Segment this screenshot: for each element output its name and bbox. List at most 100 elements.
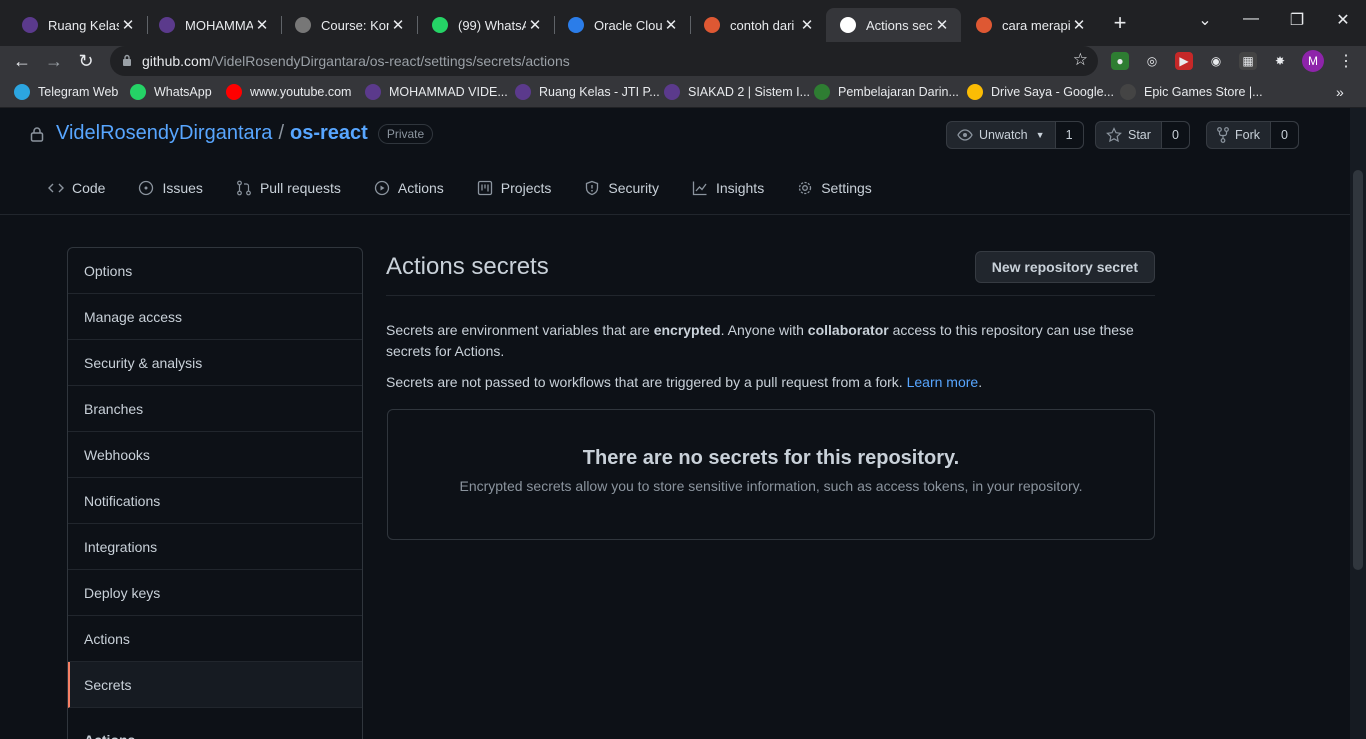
tab-close-icon[interactable]: ✕ bbox=[933, 16, 951, 34]
tab-3[interactable]: (99) WhatsAp✕ bbox=[418, 8, 554, 42]
fork-button[interactable]: Fork bbox=[1207, 122, 1271, 148]
browser-menu-icon[interactable]: ⋮ bbox=[1338, 51, 1354, 71]
desc-collaborator: collaborator bbox=[807, 322, 889, 338]
tab-label: Security bbox=[608, 180, 659, 196]
siakad-icon bbox=[664, 84, 680, 100]
sidebar-item-deploy-keys[interactable]: Deploy keys bbox=[68, 570, 362, 616]
tab-1[interactable]: MOHAMMAD✕ bbox=[145, 8, 281, 42]
restore-icon[interactable]: ❐ bbox=[1287, 10, 1307, 30]
siakad-icon bbox=[515, 84, 531, 100]
bookmark-label: Pembelajaran Darin... bbox=[838, 85, 959, 99]
reload-icon[interactable]: ↻ bbox=[74, 50, 98, 72]
star-button[interactable]: Star bbox=[1096, 122, 1162, 148]
learn-more-link[interactable]: Learn more bbox=[907, 374, 979, 390]
tab-close-icon[interactable]: ✕ bbox=[1070, 16, 1088, 34]
sidebar-item-secrets[interactable]: Secrets bbox=[68, 662, 362, 708]
bookmark-star-icon[interactable]: ☆ bbox=[1073, 50, 1088, 70]
tab-pull-requests[interactable]: Pull requests bbox=[236, 180, 341, 196]
profile-avatar[interactable]: M bbox=[1302, 50, 1324, 72]
bookmark-item[interactable]: Telegram Web bbox=[14, 84, 118, 100]
tab-6[interactable]: Actions secret✕ bbox=[826, 8, 961, 42]
extensions-puzzle-icon[interactable]: ✸ bbox=[1271, 52, 1289, 70]
tab-close-icon[interactable]: ✕ bbox=[798, 16, 816, 34]
close-window-icon[interactable]: ✕ bbox=[1333, 10, 1353, 30]
tab-security[interactable]: Security bbox=[584, 180, 659, 196]
tab-close-icon[interactable]: ✕ bbox=[662, 16, 680, 34]
tab-7[interactable]: cara merapika✕ bbox=[962, 8, 1098, 42]
gear-icon bbox=[799, 181, 812, 195]
sidebar-item-webhooks[interactable]: Webhooks bbox=[68, 432, 362, 478]
tab-label: Pull requests bbox=[259, 180, 341, 196]
pull-request-icon bbox=[237, 180, 251, 196]
page-scrollbar[interactable] bbox=[1350, 108, 1366, 739]
star-count[interactable]: 0 bbox=[1161, 122, 1189, 148]
url-bar[interactable]: github.com/VidelRosendyDirgantara/os-rea… bbox=[110, 46, 1098, 76]
bookmark-item[interactable]: WhatsApp bbox=[130, 84, 212, 100]
bookmark-item[interactable]: Epic Games Store |... bbox=[1120, 84, 1263, 100]
new-tab-button[interactable]: + bbox=[1109, 12, 1131, 34]
bookmark-item[interactable]: MOHAMMAD VIDE... bbox=[365, 84, 508, 100]
lock-icon[interactable] bbox=[122, 54, 132, 66]
tab-insights[interactable]: Insights bbox=[692, 180, 764, 196]
shield-icon bbox=[586, 180, 599, 196]
bookmark-label: www.youtube.com bbox=[250, 85, 352, 99]
telegram-icon bbox=[14, 84, 30, 100]
sidebar-item-options[interactable]: Options bbox=[68, 248, 362, 294]
bookmark-item[interactable]: Ruang Kelas - JTI P... bbox=[515, 84, 660, 100]
school-icon bbox=[814, 84, 830, 100]
eye-icon bbox=[957, 129, 973, 141]
tab-search-icon[interactable]: ⌄ bbox=[1195, 10, 1215, 30]
extension-discord-icon[interactable]: ◉ bbox=[1207, 52, 1225, 70]
tab-settings[interactable]: Settings bbox=[797, 180, 872, 196]
tab-4[interactable]: Oracle Cloud✕ bbox=[554, 8, 690, 42]
scrollbar-thumb[interactable] bbox=[1353, 170, 1363, 570]
caret-down-icon: ▼ bbox=[1035, 130, 1045, 140]
bookmark-label: WhatsApp bbox=[154, 85, 212, 99]
bookmark-item[interactable]: SIAKAD 2 | Sistem I... bbox=[664, 84, 810, 100]
bookmark-item[interactable]: Pembelajaran Darin... bbox=[814, 84, 959, 100]
tab-label: Actions bbox=[397, 180, 444, 196]
repo-header: VidelRosendyDirgantara / os-react Privat… bbox=[30, 122, 434, 145]
tab-5[interactable]: contoh dari P✕ bbox=[690, 8, 826, 42]
tab-0[interactable]: Ruang Kelas -✕ bbox=[8, 8, 147, 42]
forward-icon[interactable]: → bbox=[42, 50, 66, 72]
extension-google-lens-icon[interactable]: ● bbox=[1111, 52, 1129, 70]
sidebar-item-security-analysis[interactable]: Security & analysis bbox=[68, 340, 362, 386]
extension-red-icon[interactable]: ▶ bbox=[1175, 52, 1193, 70]
desc-text-1: Secrets are environment variables that a… bbox=[386, 322, 654, 338]
sidebar-item-branches[interactable]: Branches bbox=[68, 386, 362, 432]
tab-projects[interactable]: Projects bbox=[477, 180, 551, 196]
repo-name-link[interactable]: os-react bbox=[290, 122, 368, 145]
empty-state-title: There are no secrets for this repository… bbox=[582, 447, 960, 469]
bookmark-item[interactable]: www.youtube.com bbox=[226, 84, 351, 100]
tab-actions[interactable]: Actions bbox=[374, 180, 444, 196]
fork-count[interactable]: 0 bbox=[1271, 122, 1298, 148]
tab-close-icon[interactable]: ✕ bbox=[526, 16, 544, 34]
siakad-icon bbox=[365, 84, 381, 100]
tab-close-icon[interactable]: ✕ bbox=[119, 16, 137, 34]
bookmark-label: SIAKAD 2 | Sistem I... bbox=[688, 85, 811, 99]
new-repository-secret-button[interactable]: New repository secret bbox=[974, 251, 1155, 283]
tab-code[interactable]: Code bbox=[48, 180, 105, 196]
sidebar-item-notifications[interactable]: Notifications bbox=[68, 478, 362, 524]
tab-2[interactable]: Course: Komp✕ bbox=[281, 8, 417, 42]
more-bookmarks-icon[interactable]: » bbox=[1336, 84, 1344, 100]
sidebar-item-actions[interactable]: Actions bbox=[68, 616, 362, 662]
unwatch-button[interactable]: Unwatch ▼ bbox=[947, 122, 1056, 148]
extension-grid-icon[interactable]: ▦ bbox=[1239, 52, 1257, 70]
back-icon[interactable]: ← bbox=[10, 50, 34, 72]
bookmark-item[interactable]: Drive Saya - Google... bbox=[967, 84, 1114, 100]
sidebar-item-manage-access[interactable]: Manage access bbox=[68, 294, 362, 340]
tab-close-icon[interactable]: ✕ bbox=[389, 16, 407, 34]
watch-count[interactable]: 1 bbox=[1055, 122, 1083, 148]
sidebar-section-heading: Actions bbox=[68, 708, 362, 739]
private-lock-icon bbox=[30, 126, 44, 142]
tab-close-icon[interactable]: ✕ bbox=[253, 16, 271, 34]
tab-label: Settings bbox=[821, 180, 872, 196]
extension-globe-icon[interactable]: ◎ bbox=[1143, 52, 1161, 70]
tab-label: cara merapika bbox=[1002, 17, 1070, 33]
minimize-icon[interactable]: — bbox=[1241, 10, 1261, 28]
repo-owner-link[interactable]: VidelRosendyDirgantara bbox=[56, 122, 272, 145]
sidebar-item-integrations[interactable]: Integrations bbox=[68, 524, 362, 570]
tab-issues[interactable]: Issues bbox=[138, 180, 203, 196]
